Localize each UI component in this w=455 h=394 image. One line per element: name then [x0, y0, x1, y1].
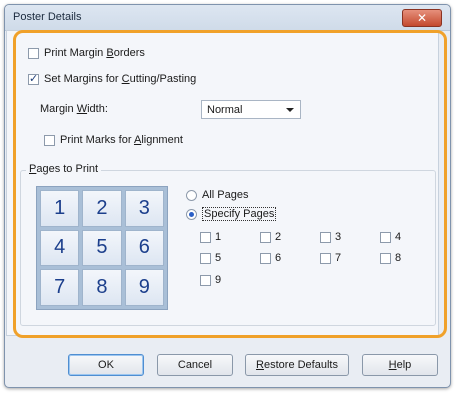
- page-checkbox-1[interactable]: 1: [200, 231, 221, 243]
- grid-cell-8[interactable]: 8: [82, 269, 122, 306]
- page-6-checkbox[interactable]: [260, 252, 271, 264]
- page-9-checkbox[interactable]: [200, 274, 211, 286]
- title-bar: Poster Details ✕: [5, 5, 450, 31]
- page-4-checkbox[interactable]: [380, 231, 391, 243]
- specify-pages-label: Specify Pages: [202, 207, 277, 221]
- print-marks-label: Print Marks for Alignment: [60, 134, 183, 146]
- grid-cell-2[interactable]: 2: [82, 190, 122, 227]
- page-2-checkbox[interactable]: [260, 231, 271, 243]
- margin-width-value: Normal: [207, 103, 243, 116]
- page-3-checkbox[interactable]: [320, 231, 331, 243]
- grid-cell-6[interactable]: 6: [124, 229, 164, 267]
- page-7-checkbox[interactable]: [320, 252, 331, 264]
- page-8-checkbox[interactable]: [380, 252, 391, 264]
- page-checkbox-3[interactable]: 3: [320, 231, 341, 243]
- print-margin-borders-checkbox[interactable]: [28, 47, 39, 59]
- set-margins-label: Set Margins for Cutting/Pasting: [44, 73, 197, 85]
- page-1-checkbox[interactable]: [200, 231, 211, 243]
- specify-pages-radio[interactable]: [186, 208, 197, 220]
- page-checkbox-8[interactable]: 8: [380, 252, 401, 264]
- grid-cell-9[interactable]: 9: [124, 269, 164, 306]
- grid-cell-1[interactable]: 1: [40, 190, 80, 227]
- dialog-title: Poster Details: [13, 11, 82, 23]
- restore-defaults-button[interactable]: Restore Defaults: [245, 354, 349, 376]
- all-pages-option[interactable]: All Pages: [186, 189, 248, 201]
- help-button[interactable]: Help: [362, 354, 438, 376]
- all-pages-label: All Pages: [202, 189, 249, 201]
- grid-cell-4[interactable]: 4: [40, 229, 80, 267]
- margin-width-select[interactable]: Normal: [201, 100, 301, 119]
- page-layout-grid: 1 2 3 4 5 6 7 8 9: [36, 186, 168, 310]
- page-checkbox-5[interactable]: 5: [200, 252, 221, 264]
- specify-pages-option[interactable]: Specify Pages: [186, 207, 277, 221]
- margin-width-label: Margin Width:: [40, 103, 108, 115]
- all-pages-radio[interactable]: [186, 189, 197, 201]
- print-marks-checkbox[interactable]: [44, 134, 55, 146]
- grid-cell-5[interactable]: 5: [82, 229, 122, 267]
- print-marks-option[interactable]: Print Marks for Alignment: [44, 134, 183, 146]
- page-checkbox-4[interactable]: 4: [380, 231, 401, 243]
- print-margin-borders-option[interactable]: Print Margin Borders: [28, 47, 145, 59]
- close-icon: ✕: [416, 11, 428, 25]
- grid-cell-7[interactable]: 7: [40, 269, 80, 306]
- page-5-checkbox[interactable]: [200, 252, 211, 264]
- cancel-button[interactable]: Cancel: [157, 354, 233, 376]
- page-checkbox-7[interactable]: 7: [320, 252, 341, 264]
- pages-to-print-label: Pages to Print: [26, 163, 102, 175]
- page-checkbox-2[interactable]: 2: [260, 231, 281, 243]
- grid-cell-3[interactable]: 3: [124, 190, 164, 227]
- set-margins-checkbox[interactable]: [28, 72, 39, 85]
- chevron-down-icon: [286, 108, 294, 112]
- page-checkbox-9[interactable]: 9: [200, 274, 221, 286]
- page-checkbox-6[interactable]: 6: [260, 252, 281, 264]
- ok-button[interactable]: OK: [68, 354, 144, 376]
- print-margin-borders-label: Print Margin Borders: [44, 47, 145, 59]
- set-margins-option[interactable]: Set Margins for Cutting/Pasting: [28, 72, 197, 85]
- close-button[interactable]: ✕: [402, 9, 442, 27]
